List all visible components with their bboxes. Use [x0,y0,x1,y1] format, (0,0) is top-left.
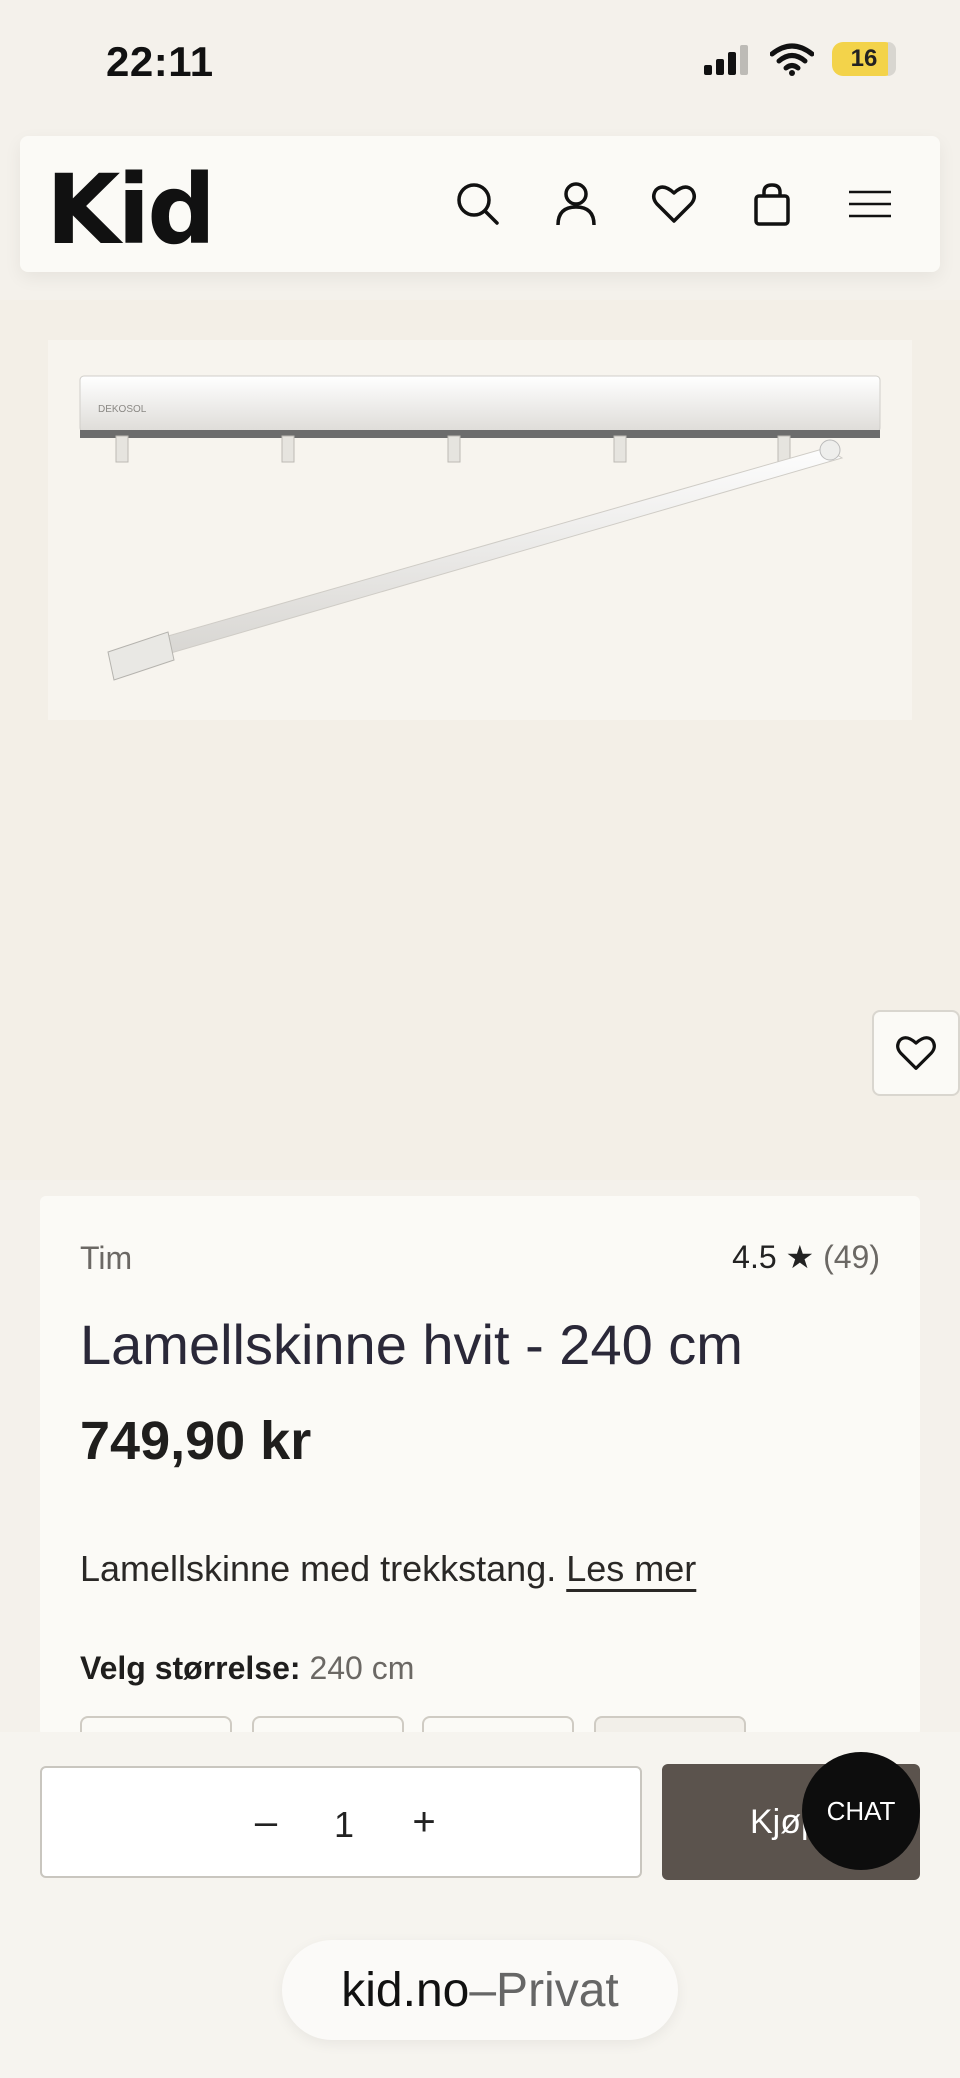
status-icons: 16 [704,42,896,76]
cart-button[interactable] [742,174,802,234]
wishlist-button[interactable] [644,174,704,234]
product-price: 749,90 kr [80,1411,312,1471]
user-icon [556,182,596,226]
product-description: Lamellskinne med trekkstang. Les mer [80,1548,696,1590]
chat-button-label: CHAT [826,1795,896,1826]
product-brand[interactable]: Tim [80,1240,132,1277]
product-info-card: Tim 4.5 ★ (49) Lamellskinne hvit - 240 c… [40,1196,920,1756]
status-time: 22:11 [106,38,214,85]
kid-logo[interactable]: Kid [46,154,216,266]
browser-domain: kid.no [341,1963,470,2017]
blind-rail-illustration: DEKOSOL [79,375,881,681]
heart-icon [652,185,696,223]
shopping-bag-icon [754,183,790,226]
product-image: DEKOSOL [48,340,912,720]
product-title: Lamellskinne hvit - 240 cm [80,1313,743,1376]
rating-count: (49) [823,1239,880,1275]
decrease-quantity-button[interactable]: – [234,1790,298,1854]
browser-mode: Privat [496,1963,619,2017]
size-selector-label: Velg størrelse: 240 cm [80,1650,414,1687]
bottom-purchase-bar: – 1 + Kjøp CHAT kid.no – Privat [0,1732,960,2078]
battery-level: 16 [850,45,878,72]
heart-icon [896,1036,936,1070]
account-button[interactable] [546,174,606,234]
add-to-wishlist-button[interactable] [872,1010,960,1096]
increase-quantity-button[interactable]: + [392,1790,456,1854]
quantity-stepper: – 1 + [40,1766,642,1878]
description-text: Lamellskinne med trekkstang. [80,1548,557,1589]
browser-separator: – [469,1963,497,2017]
wifi-icon [770,43,814,76]
size-label-text: Velg størrelse: [80,1650,301,1686]
selected-size: 240 cm [309,1650,415,1686]
image-brand-label: DEKOSOL [98,404,147,415]
chat-button[interactable]: CHAT [802,1752,920,1870]
product-rating[interactable]: 4.5 ★ (49) [732,1238,880,1276]
menu-button[interactable] [840,174,900,234]
product-gallery[interactable]: DEKOSOL [0,300,960,1180]
rating-value: 4.5 ★ [732,1239,815,1275]
read-more-link[interactable]: Les mer [566,1548,696,1589]
search-icon [457,183,499,225]
quantity-value[interactable]: 1 [312,1804,376,1846]
site-header: Kid [20,136,940,272]
browser-address-bar[interactable]: kid.no – Privat [282,1940,678,2040]
status-bar: 22:11 16 [0,0,960,130]
battery-icon: 16 [832,42,896,76]
cellular-signal-icon [704,45,748,75]
search-button[interactable] [448,174,508,234]
hamburger-menu-icon [849,190,891,218]
